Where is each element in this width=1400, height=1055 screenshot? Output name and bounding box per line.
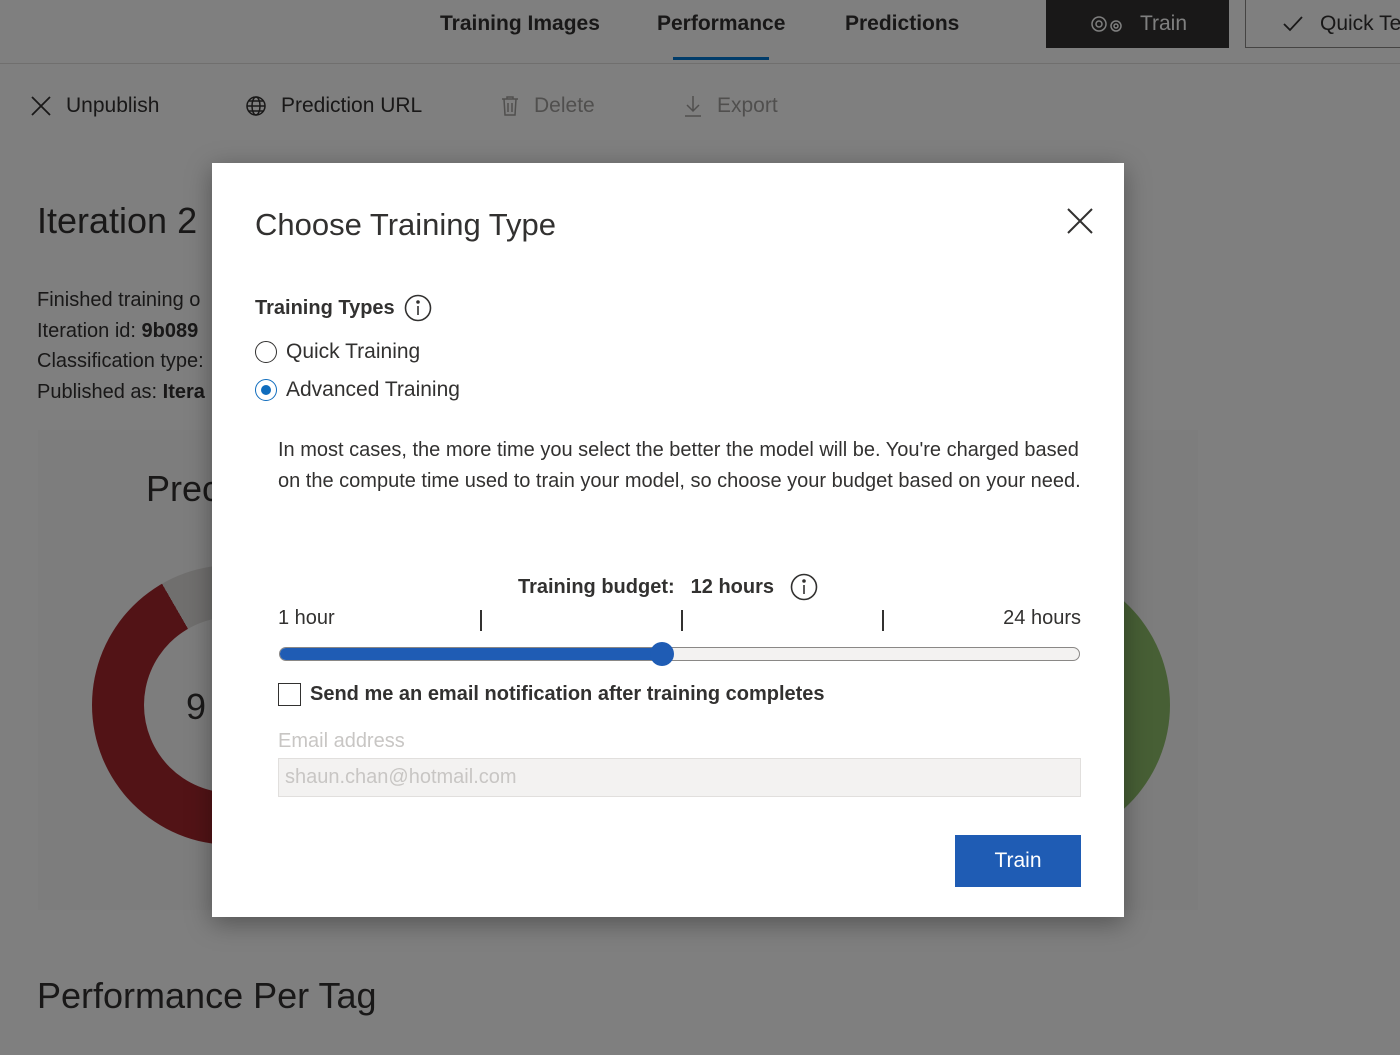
slider-fill: [280, 648, 662, 660]
advanced-training-label: Advanced Training: [286, 378, 460, 401]
choose-training-type-dialog: Choose Training Type Training Types Quic…: [212, 163, 1124, 917]
train-button[interactable]: Train: [955, 835, 1081, 887]
quick-training-radio[interactable]: [255, 341, 277, 363]
email-notification-checkbox[interactable]: [278, 683, 301, 706]
training-budget-value: 12 hours: [690, 575, 774, 598]
training-types-text: Training Types: [255, 296, 395, 319]
radio-quick-training[interactable]: Quick Training: [255, 340, 420, 364]
slider-min-label: 1 hour: [278, 607, 335, 629]
training-types-label: Training Types: [255, 294, 432, 322]
training-budget-slider[interactable]: [279, 642, 1080, 666]
slider-tick: [480, 610, 482, 631]
dialog-title: Choose Training Type: [255, 207, 557, 242]
email-field[interactable]: [278, 758, 1081, 797]
training-budget-label: Training budget:: [517, 575, 675, 598]
email-notification-label: Send me an email notification after trai…: [310, 683, 825, 705]
email-notification-option[interactable]: Send me an email notification after trai…: [278, 683, 825, 706]
email-address-label: Email address: [278, 730, 405, 752]
budget-description: In most cases, the more time you select …: [278, 439, 1081, 492]
info-icon[interactable]: [790, 573, 818, 601]
radio-advanced-training[interactable]: Advanced Training: [255, 378, 460, 402]
slider-tick: [882, 610, 884, 631]
quick-training-label: Quick Training: [286, 340, 421, 363]
info-icon[interactable]: [404, 294, 432, 322]
slider-thumb[interactable]: [650, 642, 674, 666]
training-budget-row: Training budget: 12 hours: [212, 573, 1124, 601]
advanced-training-radio[interactable]: [255, 379, 277, 401]
slider-max-label: 24 hours: [1003, 607, 1081, 629]
close-icon[interactable]: [1064, 205, 1096, 237]
slider-tick: [681, 610, 683, 631]
